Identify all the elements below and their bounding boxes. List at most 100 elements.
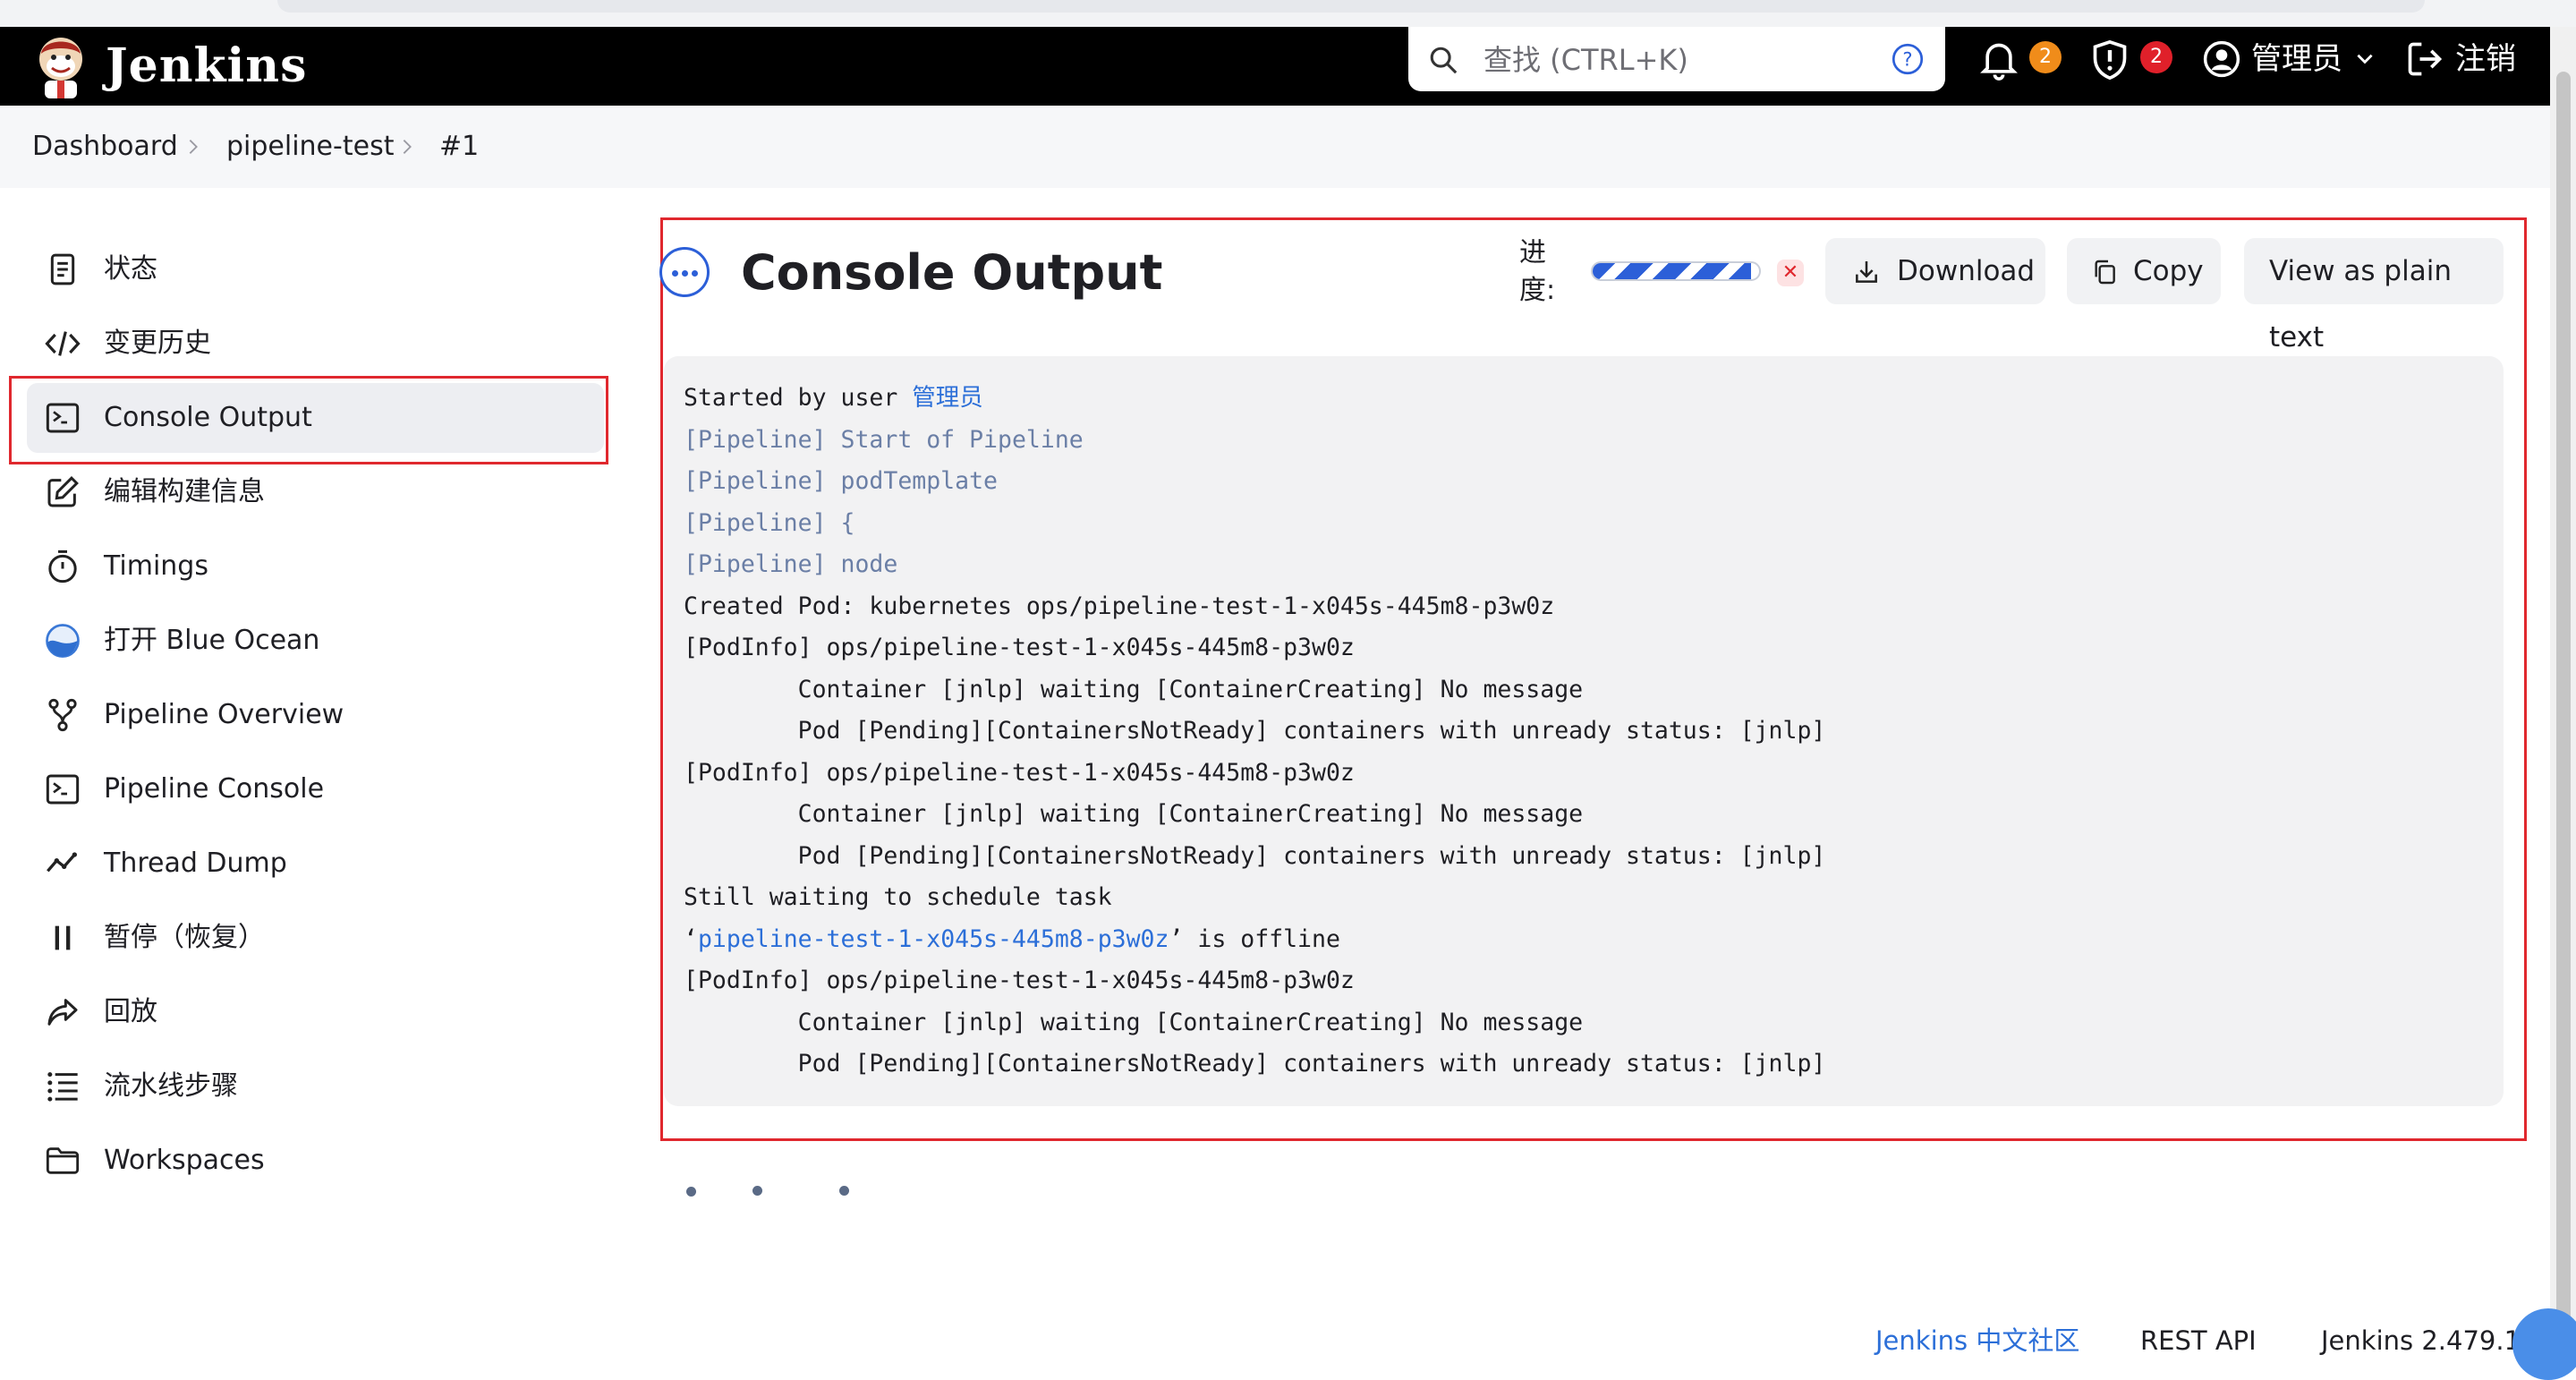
console-pipeline-line: [Pipeline] { [684, 508, 855, 537]
chevron-right-icon [403, 140, 412, 154]
console-line: ’ is offline [1169, 924, 1340, 953]
cancel-build-button[interactable]: ✕ [1777, 260, 1804, 286]
sidebar-item-changes[interactable]: 变更历史 [27, 309, 604, 379]
view-plain-text-button[interactable]: View as plain text [2244, 238, 2504, 354]
stopwatch-icon [48, 549, 77, 584]
logout-icon[interactable] [2405, 39, 2444, 79]
sidebar-item-workspaces[interactable]: Workspaces [27, 1126, 604, 1196]
page-scrollbar[interactable] [2550, 27, 2576, 1365]
sidebar-item-edit-build-info[interactable]: 编辑构建信息 [27, 457, 604, 527]
jenkins-logo-icon[interactable] [32, 32, 89, 100]
console-user-link[interactable]: 管理员 [912, 384, 983, 412]
progress-fill [1593, 263, 1751, 279]
console-line: Started by user [684, 384, 913, 412]
browser-strip [0, 0, 2576, 27]
console-pipeline-line: [Pipeline] Start of Pipeline [684, 425, 1084, 454]
logout-link[interactable]: 注销 [2455, 27, 2516, 91]
sidebar-item-label: Pipeline Overview [104, 699, 344, 730]
loading-dot [686, 1187, 696, 1197]
pause-icon [55, 925, 71, 950]
floating-assistant-button[interactable] [2512, 1308, 2576, 1380]
breadcrumb-dashboard[interactable]: Dashboard [32, 106, 178, 188]
replay-icon [47, 999, 78, 1026]
download-label: Download [1897, 255, 2036, 287]
sidebar-item-pipeline-overview[interactable]: Pipeline Overview [27, 680, 604, 750]
sidebar-item-label: 流水线步骤 [104, 1070, 238, 1102]
console-line: [PodInfo] ops/pipeline-test-1-x045s-445m… [684, 758, 1355, 787]
activity-icon [47, 852, 77, 873]
footer-version-link[interactable]: Jenkins 2.479.1 [2321, 1323, 2521, 1359]
search-input[interactable] [1482, 38, 1861, 82]
sidebar-item-label: 打开 Blue Ocean [104, 625, 320, 656]
security-badge: 2 [2140, 41, 2172, 73]
console-line: [PodInfo] ops/pipeline-test-1-x045s-445m… [684, 634, 1355, 661]
search-box[interactable]: ? [1408, 27, 1945, 91]
console-node-link[interactable]: pipeline-test-1-x045s-445m8-p3w0z [698, 925, 1169, 953]
sidebar-item-status[interactable]: 状态 [27, 234, 604, 304]
console-line: Container [jnlp] waiting [ContainerCreat… [684, 1008, 1584, 1036]
user-menu[interactable]: 管理员 [2251, 27, 2342, 91]
download-button[interactable]: Download [1825, 238, 2045, 304]
build-progress-bar [1591, 261, 1761, 281]
console-line: ‘ [684, 924, 698, 953]
security-shield-icon[interactable] [2090, 38, 2130, 82]
console-line: [PodInfo] ops/pipeline-test-1-x045s-445m… [684, 967, 1355, 994]
top-navbar: Jenkins ? 2 2 管理员 注销 [0, 27, 2550, 106]
more-dot [682, 270, 688, 277]
sidebar-item-label: 回放 [104, 996, 157, 1027]
user-avatar-icon[interactable] [2203, 39, 2240, 79]
sidebar-item-pause-resume[interactable]: 暂停（恢复） [27, 903, 604, 973]
code-icon [45, 331, 81, 356]
sidebar-item-label: Timings [104, 550, 208, 582]
chevron-down-icon[interactable] [2353, 47, 2376, 70]
brand-name[interactable]: Jenkins [106, 27, 307, 106]
console-log: Started by user 管理员 [Pipeline] Start of … [684, 378, 1825, 1086]
console-line: Created Pod: kubernetes ops/pipeline-tes… [684, 592, 1555, 620]
sidebar-item-timings[interactable]: Timings [27, 532, 604, 601]
blue-ocean-icon [46, 624, 80, 658]
sidebar-item-pipeline-steps[interactable]: 流水线步骤 [27, 1052, 604, 1121]
download-icon [1856, 261, 1877, 283]
copy-icon [2095, 260, 2115, 285]
console-pipeline-line: [Pipeline] podTemplate [684, 467, 998, 495]
sidebar-item-thread-dump[interactable]: Thread Dump [27, 829, 604, 899]
document-icon [50, 253, 75, 285]
edit-icon [47, 476, 79, 507]
footer-rest-api-link[interactable]: REST API [2140, 1323, 2257, 1359]
sidebar-item-label: 编辑构建信息 [104, 476, 265, 507]
branch-icon [48, 698, 77, 732]
sidebar-item-replay[interactable]: 回放 [27, 977, 604, 1047]
chevron-right-icon [189, 140, 198, 154]
sidebar-item-label: Pipeline Console [104, 773, 325, 805]
view-plain-text-label: View as plain text [2269, 255, 2452, 354]
console-output-panel: Started by user 管理员 [Pipeline] Start of … [664, 356, 2504, 1106]
notification-bell-icon[interactable] [1979, 38, 2019, 82]
more-actions-button[interactable] [659, 247, 710, 297]
sidebar-item-blue-ocean[interactable]: 打开 Blue Ocean [27, 606, 604, 676]
more-dot [692, 270, 698, 277]
breadcrumb: Dashboard pipeline-test #1 [0, 106, 2550, 188]
browser-address-bar [277, 0, 2425, 13]
loading-dot [839, 1186, 849, 1196]
breadcrumb-job[interactable]: pipeline-test [226, 106, 394, 188]
console-line: Container [jnlp] waiting [ContainerCreat… [684, 675, 1584, 703]
console-line: Still waiting to schedule task [684, 883, 1112, 911]
console-line: Pod [Pending][ContainersNotReady] contai… [684, 841, 1826, 870]
sidebar-item-label: 暂停（恢复） [104, 922, 265, 953]
sidebar-item-label: Workspaces [104, 1145, 265, 1176]
search-icon [1430, 47, 1458, 74]
scrollbar-thumb[interactable] [2556, 72, 2571, 1325]
terminal-icon [46, 774, 80, 805]
more-dot [672, 270, 678, 277]
help-icon[interactable]: ? [1892, 43, 1924, 75]
console-line: Pod [Pending][ContainersNotReady] contai… [684, 717, 1826, 745]
sidebar-item-label: 状态 [104, 253, 157, 285]
console-pipeline-line: [Pipeline] node [684, 550, 898, 578]
breadcrumb-build[interactable]: #1 [439, 106, 479, 188]
folder-icon [46, 1147, 80, 1174]
sidebar-item-pipeline-console[interactable]: Pipeline Console [27, 754, 604, 824]
svg-text:?: ? [1902, 49, 1912, 71]
footer-community-link[interactable]: Jenkins 中文社区 [1875, 1323, 2079, 1359]
copy-button[interactable]: Copy [2067, 238, 2221, 304]
loading-dot [752, 1186, 762, 1196]
